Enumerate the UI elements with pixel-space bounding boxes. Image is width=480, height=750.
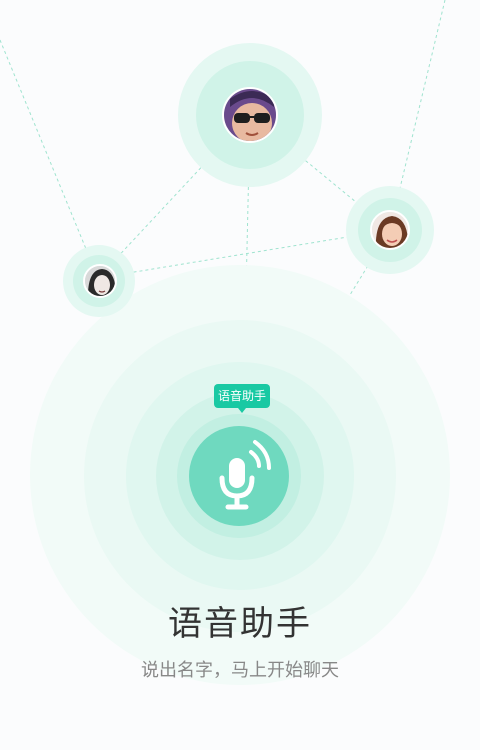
contact-right-avatar[interactable] — [370, 210, 410, 250]
voice-assistant-screen: 语音助手 语音助手 说出名字，马上开始聊天 — [0, 0, 480, 750]
page-subtitle: 说出名字，马上开始聊天 — [141, 660, 339, 681]
assistant-badge: 语音助手 — [214, 384, 270, 413]
voice-mic-button[interactable] — [189, 426, 289, 526]
contact-top-avatar[interactable] — [222, 87, 278, 143]
page-title: 语音助手 — [168, 604, 312, 644]
sound-waves-icon — [249, 440, 271, 470]
microphone-icon — [219, 458, 255, 510]
contact-left-avatar[interactable] — [83, 264, 117, 298]
